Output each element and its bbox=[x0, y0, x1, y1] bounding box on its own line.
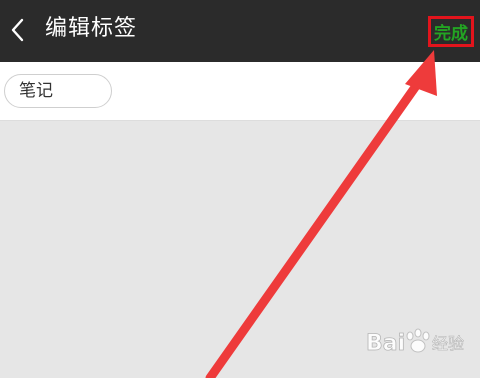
svg-text:Bai: Bai bbox=[366, 331, 405, 356]
baidu-watermark: Bai 经验 bbox=[366, 322, 476, 362]
paw-logo-icon: Bai 经验 bbox=[366, 328, 464, 356]
svg-text:经验: 经验 bbox=[432, 334, 464, 353]
